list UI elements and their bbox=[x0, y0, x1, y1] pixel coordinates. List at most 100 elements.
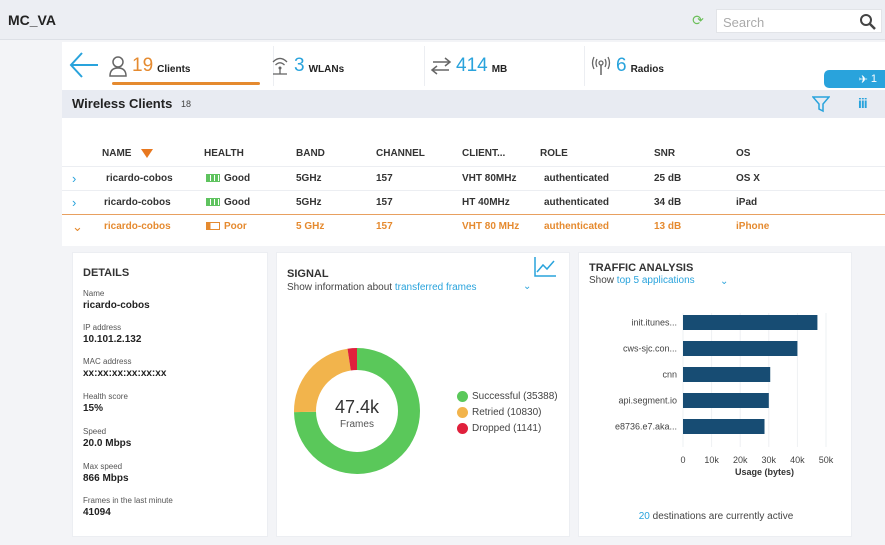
section-header: Wireless Clients 18 iii bbox=[62, 90, 885, 118]
cell-snr: 25 dB bbox=[654, 173, 682, 184]
active-destinations-note: 20 destinations are currently active bbox=[638, 511, 794, 522]
column-header-channel[interactable]: CHANNEL bbox=[376, 148, 425, 159]
x-tick-label: 30k bbox=[762, 455, 777, 465]
detail-max-speed: Max speed 866 Mbps bbox=[83, 462, 129, 484]
legend-item-dropped: Dropped (1141) bbox=[457, 423, 558, 434]
cell-name: ricardo-cobos bbox=[106, 173, 173, 184]
column-header-health[interactable]: HEALTH bbox=[204, 148, 244, 159]
top-bar: MC_VA ⟳ bbox=[0, 0, 885, 40]
stat-wlans[interactable]: 3 WLANs bbox=[270, 46, 425, 86]
columns-icon[interactable]: iii bbox=[858, 95, 872, 113]
column-header-band[interactable]: BAND bbox=[296, 148, 325, 159]
column-header-role[interactable]: ROLE bbox=[540, 148, 568, 159]
traffic-title: TRAFFIC ANALYSIS bbox=[589, 262, 694, 274]
cell-client: VHT 80MHz bbox=[462, 173, 517, 184]
search-icon[interactable] bbox=[859, 13, 877, 31]
active-destinations-count[interactable]: 20 bbox=[639, 511, 650, 522]
cell-band: 5GHz bbox=[296, 197, 322, 208]
category-label: e8736.e7.aka... bbox=[615, 422, 677, 432]
cell-channel: 157 bbox=[376, 221, 393, 232]
column-header-client[interactable]: CLIENT... bbox=[462, 148, 505, 159]
radio-antenna-icon bbox=[591, 56, 611, 75]
traffic-unit: MB bbox=[491, 63, 508, 75]
category-label: cws-sjc.con... bbox=[623, 344, 677, 354]
search-box bbox=[716, 9, 882, 33]
stat-traffic[interactable]: 414 MB bbox=[430, 46, 585, 86]
line-chart-icon[interactable] bbox=[532, 255, 558, 279]
bar-4[interactable] bbox=[683, 393, 769, 408]
signal-subtitle: Show information about transferred frame… bbox=[287, 282, 477, 293]
section-count: 18 bbox=[181, 99, 192, 109]
table-row[interactable]: › ricardo-cobos Good 5GHz 157 VHT 80MHz … bbox=[62, 166, 885, 190]
cell-snr: 34 dB bbox=[654, 197, 682, 208]
x-tick-label: 50k bbox=[819, 455, 834, 465]
chevron-down-icon[interactable]: ⌄ bbox=[720, 276, 730, 287]
pinned-badge[interactable]: ✈ 1 bbox=[824, 70, 885, 88]
expand-chevron-icon[interactable]: › bbox=[72, 195, 76, 210]
bar-5[interactable] bbox=[683, 419, 765, 434]
detail-mac-address: MAC address xx:xx:xx:xx:xx:xx bbox=[83, 357, 167, 379]
expand-chevron-icon[interactable]: › bbox=[72, 171, 76, 186]
x-tick-label: 10k bbox=[704, 455, 719, 465]
table-header: NAME HEALTH BAND CHANNEL CLIENT... ROLE … bbox=[62, 142, 885, 166]
radios-count: 6 bbox=[616, 55, 627, 76]
table-row[interactable]: › ricardo-cobos Good 5GHz 157 HT 40MHz a… bbox=[62, 190, 885, 214]
filter-icon[interactable] bbox=[812, 95, 830, 113]
x-axis-label: Usage (bytes) bbox=[735, 467, 794, 477]
frames-donut-chart: 47.4k Frames bbox=[294, 348, 420, 474]
stat-radios[interactable]: 6 Radios bbox=[590, 46, 745, 86]
user-icon bbox=[109, 56, 127, 77]
x-tick-label: 40k bbox=[790, 455, 805, 465]
clients-count: 19 bbox=[132, 55, 154, 76]
bar-1[interactable] bbox=[683, 315, 818, 330]
wlans-count: 3 bbox=[294, 55, 305, 76]
collapse-chevron-icon[interactable]: ⌄ bbox=[72, 219, 83, 235]
donut-legend: Successful (35388) Retried (10830) Dropp… bbox=[457, 391, 558, 439]
x-tick-label: 20k bbox=[733, 455, 748, 465]
chevron-down-icon[interactable]: ⌄ bbox=[523, 281, 533, 292]
active-tab-indicator bbox=[112, 82, 260, 85]
back-arrow-icon[interactable] bbox=[68, 50, 100, 80]
detail-speed: Speed 20.0 Mbps bbox=[83, 427, 132, 449]
section-title: Wireless Clients bbox=[72, 96, 173, 111]
cell-os: iPad bbox=[736, 197, 758, 208]
legend-item-successful: Successful (35388) bbox=[457, 391, 558, 402]
column-header-name[interactable]: NAME bbox=[102, 148, 154, 159]
traffic-amount: 414 bbox=[456, 55, 488, 76]
sort-desc-icon[interactable] bbox=[141, 148, 154, 158]
sync-icon[interactable]: ⟳ bbox=[690, 12, 706, 28]
category-label: init.itunes... bbox=[631, 318, 677, 328]
legend-swatch bbox=[457, 391, 468, 402]
bar-3[interactable] bbox=[683, 367, 771, 382]
traffic-metric-selector[interactable]: top 5 applications bbox=[617, 275, 695, 286]
bar-2[interactable] bbox=[683, 341, 798, 356]
wifi-icon bbox=[272, 57, 288, 75]
cell-client: VHT 80 MHz bbox=[462, 221, 520, 232]
stat-clients[interactable]: 19 Clients bbox=[108, 46, 274, 86]
detail-frames-last-minute: Frames in the last minute 41094 bbox=[83, 496, 173, 518]
column-header-snr[interactable]: SNR bbox=[654, 148, 675, 159]
table-row-selected[interactable]: ⌄ ricardo-cobos Poor 5 GHz 157 VHT 80 MH… bbox=[62, 214, 885, 238]
cell-health: Good bbox=[206, 197, 250, 208]
details-panel: DETAILS Name ricardo-cobos IP address 10… bbox=[72, 252, 268, 537]
signal-metric-selector[interactable]: transferred frames bbox=[395, 282, 477, 293]
radios-label: Radios bbox=[630, 63, 664, 75]
health-poor-icon bbox=[206, 222, 220, 231]
detail-panels: DETAILS Name ricardo-cobos IP address 10… bbox=[62, 246, 885, 545]
cell-name: ricardo-cobos bbox=[104, 221, 171, 232]
cell-role: authenticated bbox=[544, 173, 610, 184]
cell-snr: 13 dB bbox=[654, 221, 682, 232]
wlans-label: WLANs bbox=[308, 63, 345, 75]
signal-panel: SIGNAL Show information about transferre… bbox=[276, 252, 570, 537]
cell-role: authenticated bbox=[544, 197, 610, 208]
main-content: 19 Clients 3 WLANs 414 MB 6 Radios ✈ 1 W… bbox=[62, 42, 885, 545]
cell-channel: 157 bbox=[376, 197, 393, 208]
search-input[interactable] bbox=[723, 13, 853, 31]
traffic-subtitle: Show top 5 applications bbox=[589, 275, 695, 286]
pin-icon: ✈ bbox=[858, 73, 868, 86]
health-good-icon bbox=[206, 174, 220, 183]
legend-swatch bbox=[457, 423, 468, 434]
cell-name: ricardo-cobos bbox=[104, 197, 171, 208]
column-header-os[interactable]: OS bbox=[736, 148, 750, 159]
pinned-count: 1 bbox=[870, 73, 877, 85]
